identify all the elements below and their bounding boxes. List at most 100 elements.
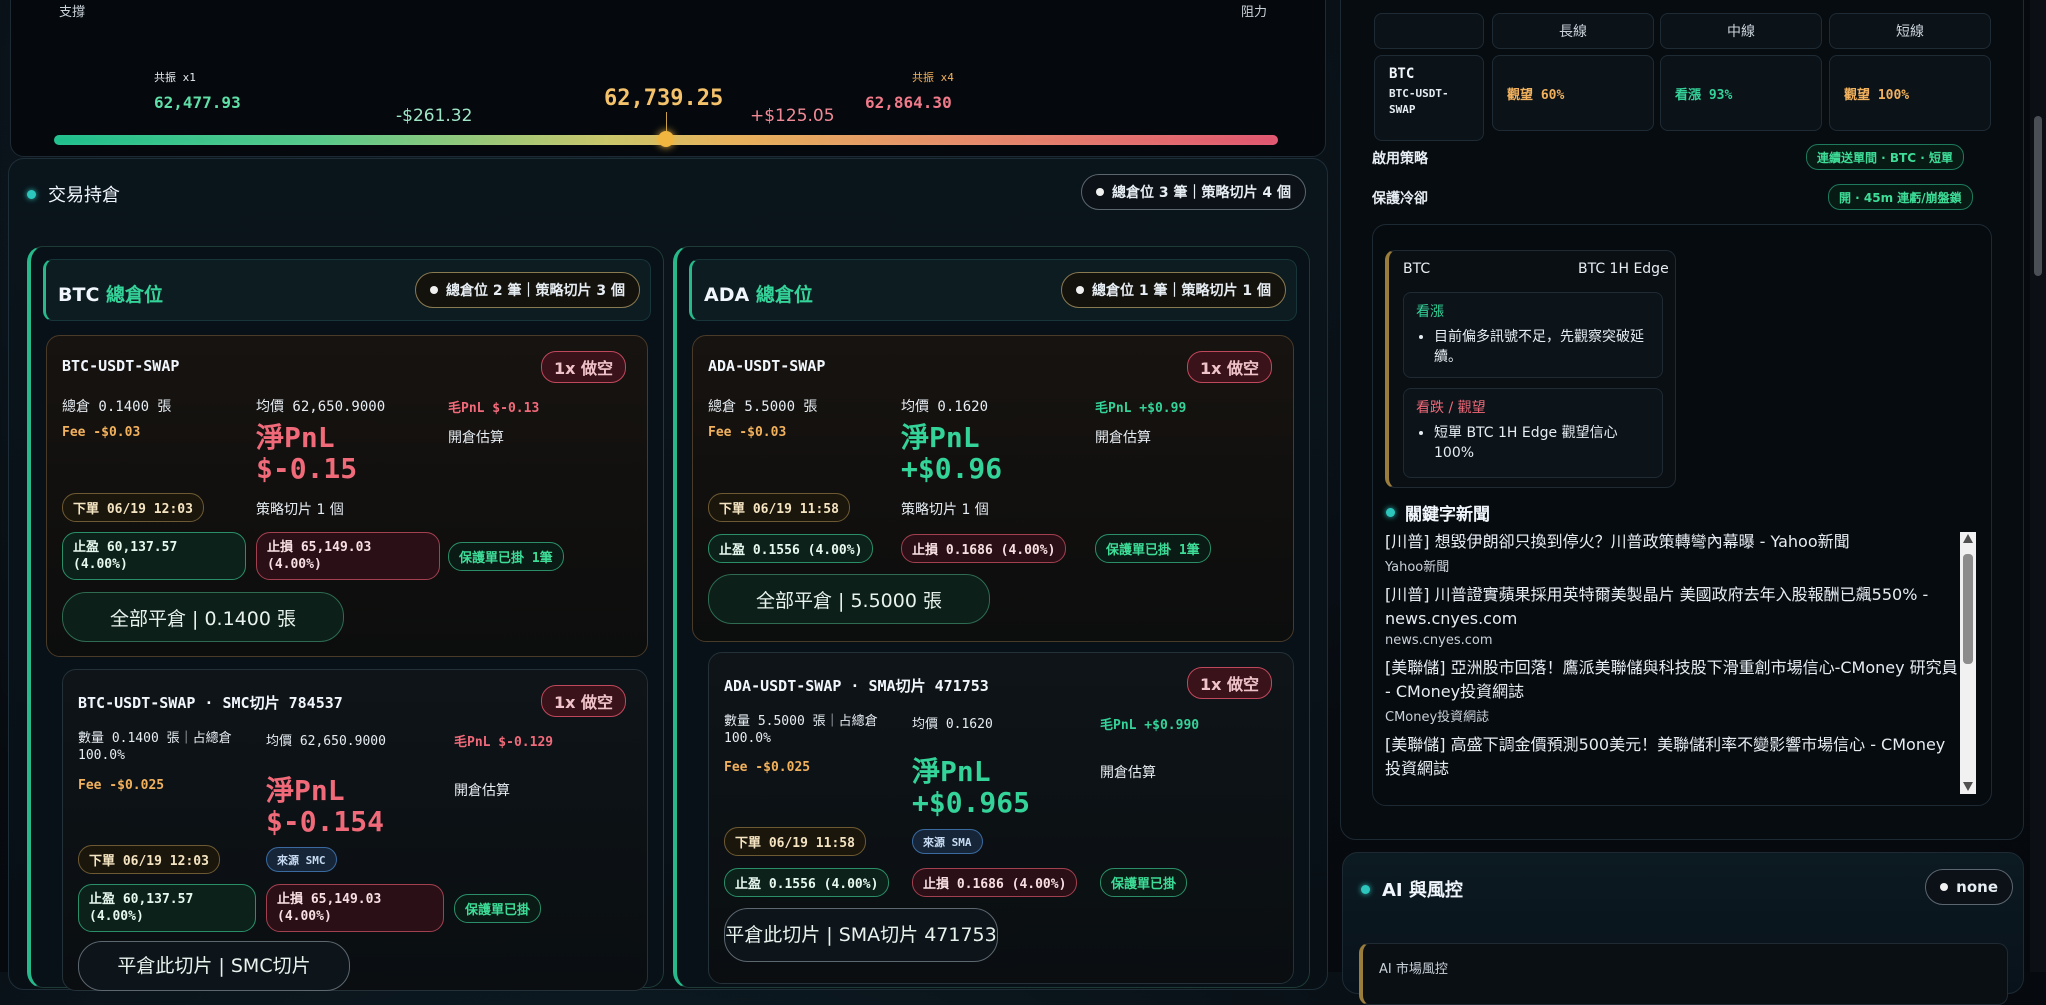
news-item[interactable]: [川普] 想毀伊朗卻只換到停火？川普政策轉彎內幕曝 - Yahoo新聞 Yaho… [1385, 530, 1959, 575]
btc-net-pnl-value: $-0.15 [256, 452, 358, 485]
btc-slice-guard-status: 保護單已掛 [454, 894, 542, 923]
ada-close-all-button[interactable]: 全部平倉 | 5.5000 張 [708, 574, 990, 624]
header-long: 長線 [1492, 13, 1654, 49]
resistance-label: 阻力 [1241, 5, 1268, 20]
ada-guard-status: 保護單已掛 1筆 [1095, 534, 1211, 563]
btc-slice-stop-loss: 止損 65,149.03 (4.00%) [266, 884, 444, 932]
grid-row-symbol: BTC BTC-USDT-SWAP [1374, 55, 1484, 141]
ai-sub-title: AI 市場風控 [1379, 962, 1448, 977]
ada-slice-estimate-note: 開倉估算 [1100, 765, 1156, 781]
news-title: 關鍵字新聞 [1405, 505, 1490, 525]
ada-slice-guard-status: 保護單已掛 [1100, 868, 1188, 897]
ada-side-badge: 1x 做空 [1187, 351, 1273, 383]
header-short: 短線 [1829, 13, 1991, 49]
btc-guard-status: 保護單已掛 1筆 [448, 542, 564, 571]
cooldown-value: 開 · 45m 連虧/崩盤鎖 [1828, 184, 1973, 210]
btc-slice-close-button[interactable]: 平倉此切片 | SMC切片 [78, 941, 350, 991]
btc-size: 總倉 0.1400 張 [62, 399, 172, 415]
ada-symbol: ADA-USDT-SWAP [708, 357, 826, 375]
btc-slice-net-pnl-label: 淨PnL [266, 774, 345, 807]
btc-order-time: 下單 06/19 12:03 [62, 493, 204, 522]
ai-sub-card: AI 市場風控 [1359, 943, 2008, 1005]
btc-slice-source: 來源 SMC [266, 847, 337, 872]
ada-net-pnl-value: +$0.96 [901, 452, 1003, 485]
ai-status-badge: none [1925, 869, 2013, 905]
ada-slice-source: 來源 SMA [912, 829, 983, 854]
btc-avg-price: 均價 62,650.9000 [256, 399, 386, 415]
btc-slice-take-profit: 止盈 60,137.57 (4.00%) [78, 884, 256, 932]
edge-symbol: BTC [1403, 261, 1431, 277]
btc-slice-gross-pnl: 毛PnL $-0.129 [454, 735, 554, 750]
ada-size: 總倉 5.5000 張 [708, 399, 818, 415]
btc-slice-order-time: 下單 06/19 12:03 [78, 845, 220, 874]
header-mid: 中線 [1660, 13, 1822, 49]
btc-stop-loss: 止損 65,149.03 (4.00%) [256, 532, 440, 580]
btc-net-pnl-label: 淨PnL [256, 421, 335, 454]
btc-group-label: 總倉位 [106, 284, 164, 306]
enabled-strategy-label: 啟用策略 [1372, 151, 1428, 167]
ada-slice-net-pnl-value: +$0.965 [912, 786, 1031, 819]
enabled-strategy-value: 連續送單間 · BTC · 短單 [1806, 144, 1964, 170]
btc-estimate-note: 開倉估算 [448, 430, 504, 446]
btc-take-profit: 止盈 60,137.57 (4.00%) [62, 532, 246, 580]
btc-slice-net-pnl-value: $-0.154 [266, 805, 385, 838]
ada-group-label: 總倉位 [755, 284, 813, 306]
grid-corner [1374, 13, 1484, 49]
signal-short: 觀望 100% [1829, 55, 1991, 131]
ada-slice-fee: Fee -$0.025 [724, 760, 811, 775]
ada-take-profit: 止盈 0.1556 (4.00%) [708, 534, 874, 563]
bear-box: 看跌 / 觀望 短單 BTC 1H Edge 觀望信心 100% [1403, 388, 1663, 478]
support-diff: -$261.32 [396, 106, 473, 126]
news-item[interactable]: [川普] 川普證實蘋果採用英特爾美製晶片 美國政府去年入股報酬已飆550% - … [1385, 583, 1959, 648]
page-scrollbar[interactable] [2030, 0, 2046, 972]
btc-group-summary: 總倉位 2 筆｜策略切片 3 個 [415, 272, 640, 308]
ada-slice-close-button[interactable]: 平倉此切片 | SMA切片 471753 [724, 908, 998, 962]
bull-title: 看漲 [1416, 304, 1444, 320]
btc-gross-pnl: 毛PnL $-0.13 [448, 401, 540, 416]
current-price-marker [658, 131, 674, 147]
news-list[interactable]: [川普] 想毀伊朗卻只換到停火？川普政策轉彎內幕曝 - Yahoo新聞 Yaho… [1385, 530, 1959, 796]
ai-dot [1361, 884, 1370, 894]
signal-mid: 看漲 93% [1660, 55, 1822, 131]
ada-gross-pnl: 毛PnL +$0.99 [1095, 401, 1187, 416]
ada-slice-net-pnl-label: 淨PnL [912, 755, 991, 788]
btc-close-all-button[interactable]: 全部平倉 | 0.1400 張 [62, 592, 344, 642]
positions-summary-badge: 總倉位 3 筆｜策略切片 4 個 [1081, 174, 1306, 210]
support-price: 62,477.93 [154, 93, 241, 112]
support-resonance-tag: 共振 x1 [154, 71, 196, 84]
btc-symbol: BTC-USDT-SWAP [62, 357, 180, 375]
ada-fee: Fee -$0.03 [708, 425, 787, 440]
bull-item: 目前偏多訊號不足，先觀察突破延續。 [1434, 327, 1662, 367]
row-pair: BTC-USDT-SWAP [1389, 87, 1449, 116]
ada-slice-count: 策略切片 1 個 [901, 502, 989, 518]
support-label: 支撐 [59, 5, 86, 20]
scroll-up-icon[interactable] [1963, 534, 1973, 543]
signal-long: 觀望 60% [1492, 55, 1654, 131]
ada-group-header: ADA 總倉位 總倉位 1 筆｜策略切片 1 個 [689, 259, 1297, 321]
ada-stop-loss: 止損 0.1686 (4.00%) [901, 534, 1067, 563]
cooldown-label: 保護冷卻 [1372, 191, 1428, 207]
btc-slice-avg: 均價 62,650.9000 [266, 734, 386, 749]
resistance-resonance-tag: 共振 x4 [912, 71, 954, 84]
news-scrollbar[interactable] [1960, 532, 1976, 794]
btc-slice-estimate-note: 開倉估算 [454, 783, 510, 799]
news-item[interactable]: [美聯儲] 亞洲股市回落！鷹派美聯儲與科技股下滑重創市場信心-CMoney 研究… [1385, 656, 1959, 725]
scroll-down-icon[interactable] [1963, 782, 1973, 791]
ada-net-pnl-label: 淨PnL [901, 421, 980, 454]
btc-fee: Fee -$0.03 [62, 425, 141, 440]
bull-box: 看漲 目前偏多訊號不足，先觀察突破延續。 [1403, 292, 1663, 378]
btc-slice-fee: Fee -$0.025 [78, 778, 165, 793]
ada-slice-take-profit: 止盈 0.1556 (4.00%) [724, 868, 890, 897]
btc-side-badge: 1x 做空 [541, 351, 627, 383]
page-scroll-thumb[interactable] [2034, 116, 2042, 276]
btc-group-header: BTC 總倉位 總倉位 2 筆｜策略切片 3 個 [43, 259, 651, 321]
ai-title: AI 與風控 [1382, 880, 1463, 901]
current-price: 62,739.25 [604, 86, 724, 111]
ada-avg-price: 均價 0.1620 [901, 399, 989, 415]
news-item[interactable]: [美聯儲] 高盛下調金價預測500美元！美聯儲利率不變影響市場信心 - CMon… [1385, 733, 1959, 781]
btc-slice-size: 數量 0.1400 張｜占總倉 100.0% [78, 731, 232, 763]
ada-slice-order-time: 下單 06/19 11:58 [724, 827, 866, 856]
positions-title: 交易持倉 [48, 185, 120, 206]
btc-slice-side-badge: 1x 做空 [541, 685, 627, 717]
news-scroll-thumb[interactable] [1963, 554, 1973, 664]
